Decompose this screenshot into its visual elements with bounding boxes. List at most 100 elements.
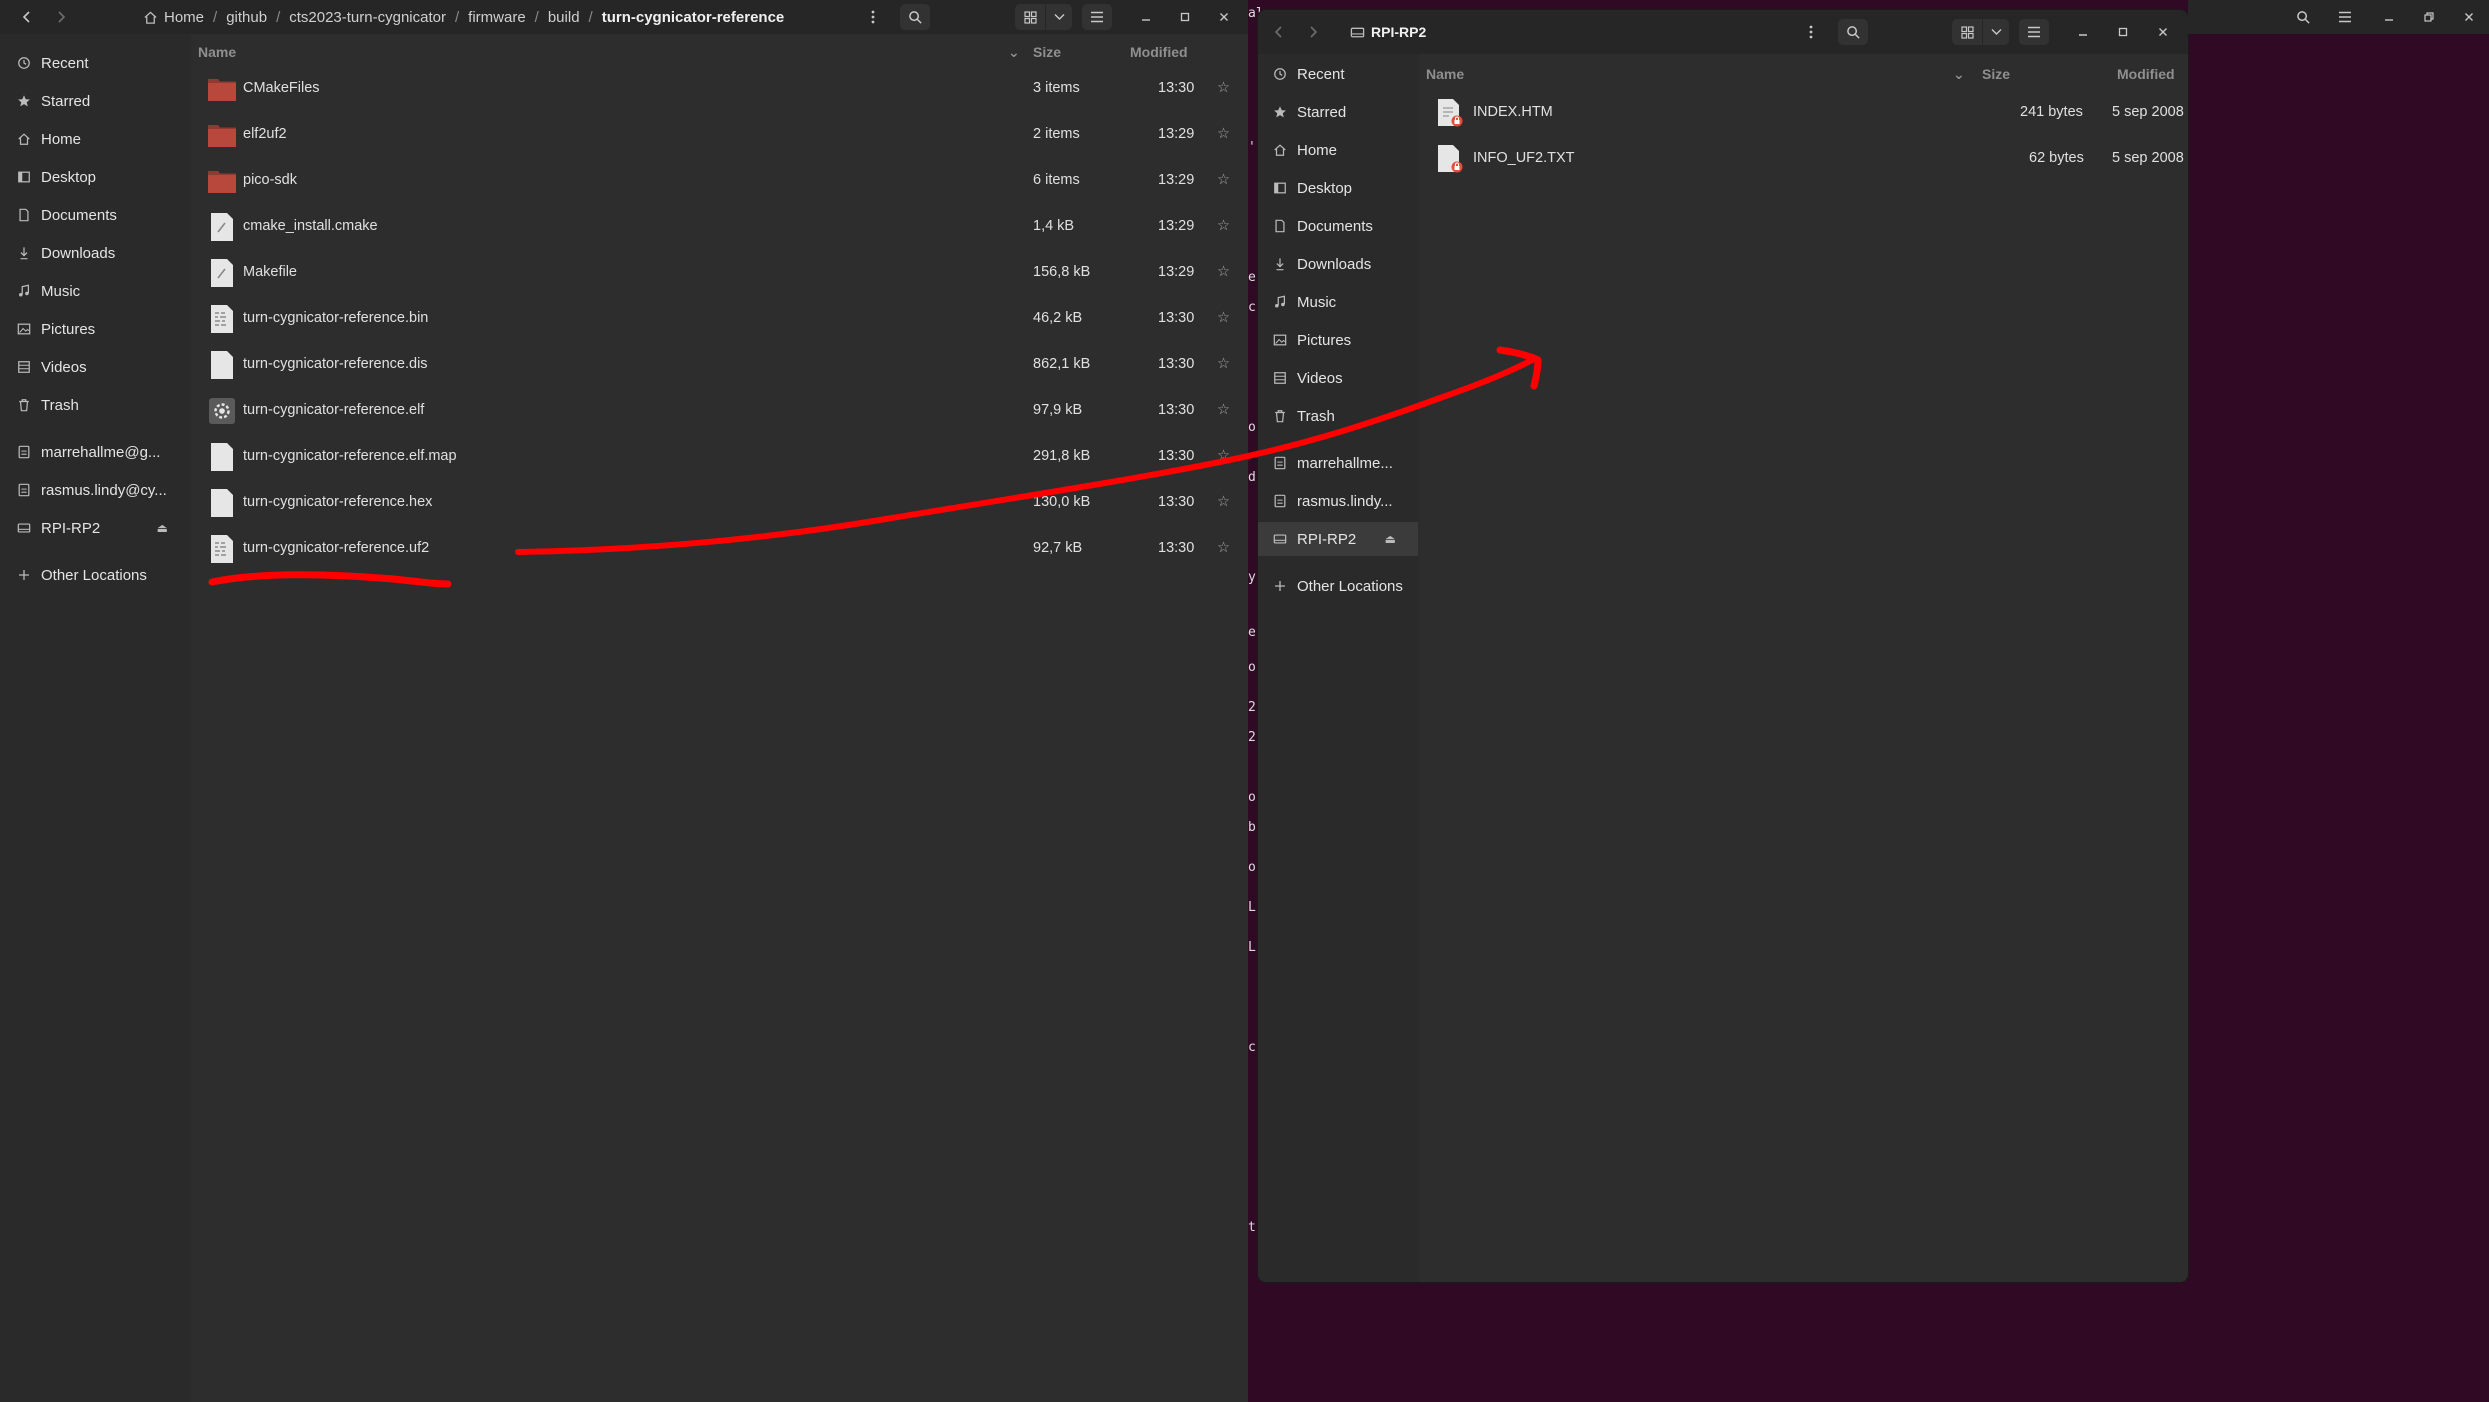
sidebar-item-videos[interactable]: Videos — [0, 350, 190, 384]
breadcrumb-item-github[interactable]: github — [226, 9, 267, 26]
star-icon[interactable]: ☆ — [1217, 356, 1230, 372]
file-row[interactable]: turn-cygnicator-reference.hex 130,0 kB 1… — [193, 480, 1248, 526]
sidebar-item-trash[interactable]: Trash — [0, 388, 190, 422]
sidebar-item-music[interactable]: Music — [1258, 285, 1418, 319]
star-icon[interactable]: ☆ — [1217, 264, 1230, 280]
sidebar-item-downloads[interactable]: Downloads — [1258, 247, 1418, 281]
forward-button[interactable] — [48, 4, 74, 30]
maximize-button[interactable] — [2110, 19, 2136, 45]
column-header-size[interactable]: Size — [1982, 66, 2010, 82]
close-button[interactable] — [2456, 4, 2482, 30]
main-menu-button[interactable] — [1082, 4, 1112, 30]
star-icon[interactable]: ☆ — [1217, 402, 1230, 418]
star-icon[interactable]: ☆ — [1217, 218, 1230, 234]
eject-icon[interactable]: ⏏ — [1385, 532, 1396, 546]
sidebar-item-documents[interactable]: Documents — [1258, 209, 1418, 243]
sidebar-item-videos[interactable]: Videos — [1258, 361, 1418, 395]
star-icon[interactable]: ☆ — [1217, 126, 1230, 142]
sidebar-item-other-locations[interactable]: Other Locations — [1258, 569, 1418, 603]
maximize-icon — [1179, 11, 1191, 23]
left-file-list: Name ⌄ Size Modified CMakeFiles 3 items … — [193, 34, 1248, 1402]
file-row[interactable]: elf2uf2 2 items 13:29 ☆ — [193, 112, 1248, 158]
sidebar-item-network-drive-1[interactable]: marrehallme... — [1258, 446, 1418, 480]
column-header-modified[interactable]: Modified — [2117, 66, 2175, 82]
file-row[interactable]: turn-cygnicator-reference.elf.map 291,8 … — [193, 434, 1248, 480]
sidebar-item-home[interactable]: Home — [1258, 133, 1418, 167]
breadcrumb-item-current[interactable]: turn-cygnicator-reference — [602, 9, 785, 26]
star-icon[interactable]: ☆ — [1217, 494, 1230, 510]
view-grid-button[interactable] — [1952, 19, 1982, 45]
restore-button[interactable] — [2416, 4, 2442, 30]
sidebar-item-music[interactable]: Music — [0, 274, 190, 308]
sidebar-item-rpi-rp2[interactable]: RPI-RP2 ⏏ — [0, 511, 190, 545]
back-button[interactable] — [1266, 19, 1292, 45]
drive-icon — [1270, 456, 1290, 470]
column-header-modified[interactable]: Modified — [1130, 44, 1188, 60]
sidebar-item-recent[interactable]: Recent — [0, 46, 190, 80]
star-icon[interactable]: ☆ — [1217, 310, 1230, 326]
close-button[interactable] — [1211, 4, 1237, 30]
file-row[interactable]: pico-sdk 6 items 13:29 ☆ — [193, 158, 1248, 204]
sidebar-item-recent[interactable]: Recent — [1258, 57, 1418, 91]
breadcrumb-item-build[interactable]: build — [548, 9, 580, 26]
sidebar-item-starred[interactable]: Starred — [0, 84, 190, 118]
path-menu-button[interactable] — [860, 4, 886, 30]
sidebar-item-home[interactable]: Home — [0, 122, 190, 156]
sidebar-item-downloads[interactable]: Downloads — [0, 236, 190, 270]
breadcrumb-item-firmware[interactable]: firmware — [468, 9, 526, 26]
sidebar-item-network-drive-2[interactable]: rasmus.lindy... — [1258, 484, 1418, 518]
sidebar-item-documents[interactable]: Documents — [0, 198, 190, 232]
file-row[interactable]: INDEX.HTM 241 bytes 5 sep 2008 — [1420, 90, 2188, 136]
sidebar-item-pictures[interactable]: Pictures — [1258, 323, 1418, 357]
file-row[interactable]: turn-cygnicator-reference.dis 862,1 kB 1… — [193, 342, 1248, 388]
sidebar-item-rpi-rp2[interactable]: RPI-RP2 ⏏ — [1258, 522, 1418, 556]
star-icon[interactable]: ☆ — [1217, 80, 1230, 96]
view-grid-button[interactable] — [1015, 4, 1045, 30]
drive-icon — [1270, 494, 1290, 508]
sort-chevron-icon[interactable]: ⌄ — [1008, 44, 1020, 61]
minimize-button[interactable] — [2376, 4, 2402, 30]
back-button[interactable] — [14, 4, 40, 30]
minimize-button[interactable] — [2070, 19, 2096, 45]
column-header-name[interactable]: Name — [1426, 66, 1464, 82]
sidebar-item-pictures[interactable]: Pictures — [0, 312, 190, 346]
file-row[interactable]: turn-cygnicator-reference.uf2 92,7 kB 13… — [193, 526, 1248, 572]
sidebar-item-starred[interactable]: Starred — [1258, 95, 1418, 129]
sidebar-item-trash[interactable]: Trash — [1258, 399, 1418, 433]
file-row[interactable]: turn-cygnicator-reference.elf 97,9 kB 13… — [193, 388, 1248, 434]
file-row[interactable]: CMakeFiles 3 items 13:30 ☆ — [193, 66, 1248, 112]
column-header-name[interactable]: Name — [198, 44, 236, 60]
view-options-button[interactable] — [1983, 19, 2009, 45]
sort-chevron-icon[interactable]: ⌄ — [1953, 66, 1965, 83]
eject-icon[interactable]: ⏏ — [157, 521, 168, 535]
left-sidebar: Recent Starred Home Desktop Documents Do… — [0, 34, 190, 1402]
search-button[interactable] — [900, 4, 930, 30]
home-icon — [143, 10, 158, 25]
sidebar-item-network-drive-2[interactable]: rasmus.lindy@cy... — [0, 473, 190, 507]
breadcrumb-item-repo[interactable]: cts2023-turn-cygnicator — [289, 9, 446, 26]
file-row[interactable]: Makefile 156,8 kB 13:29 ☆ — [193, 250, 1248, 296]
maximize-button[interactable] — [1172, 4, 1198, 30]
sidebar-item-desktop[interactable]: Desktop — [0, 160, 190, 194]
close-button[interactable] — [2150, 19, 2176, 45]
path-menu-button[interactable] — [1798, 19, 1824, 45]
file-row[interactable]: cmake_install.cmake 1,4 kB 13:29 ☆ — [193, 204, 1248, 250]
view-options-button[interactable] — [1046, 4, 1072, 30]
file-row[interactable]: turn-cygnicator-reference.bin 46,2 kB 13… — [193, 296, 1248, 342]
sidebar-item-other-locations[interactable]: Other Locations — [0, 558, 190, 592]
sidebar-item-network-drive-1[interactable]: marrehallme@g... — [0, 435, 190, 469]
forward-button[interactable] — [1300, 19, 1326, 45]
column-header-size[interactable]: Size — [1033, 44, 1061, 60]
breadcrumb-item-current[interactable]: RPI-RP2 — [1371, 24, 1426, 40]
main-menu-button[interactable] — [2019, 19, 2049, 45]
search-button[interactable] — [1838, 19, 1868, 45]
star-icon[interactable]: ☆ — [1217, 448, 1230, 464]
search-button[interactable] — [2290, 4, 2316, 30]
breadcrumb-item-home[interactable]: Home — [164, 9, 204, 26]
sidebar-item-desktop[interactable]: Desktop — [1258, 171, 1418, 205]
minimize-button[interactable] — [1133, 4, 1159, 30]
star-icon[interactable]: ☆ — [1217, 540, 1230, 556]
file-row[interactable]: INFO_UF2.TXT 62 bytes 5 sep 2008 — [1420, 136, 2188, 182]
main-menu-button[interactable] — [2332, 4, 2358, 30]
star-icon[interactable]: ☆ — [1217, 172, 1230, 188]
